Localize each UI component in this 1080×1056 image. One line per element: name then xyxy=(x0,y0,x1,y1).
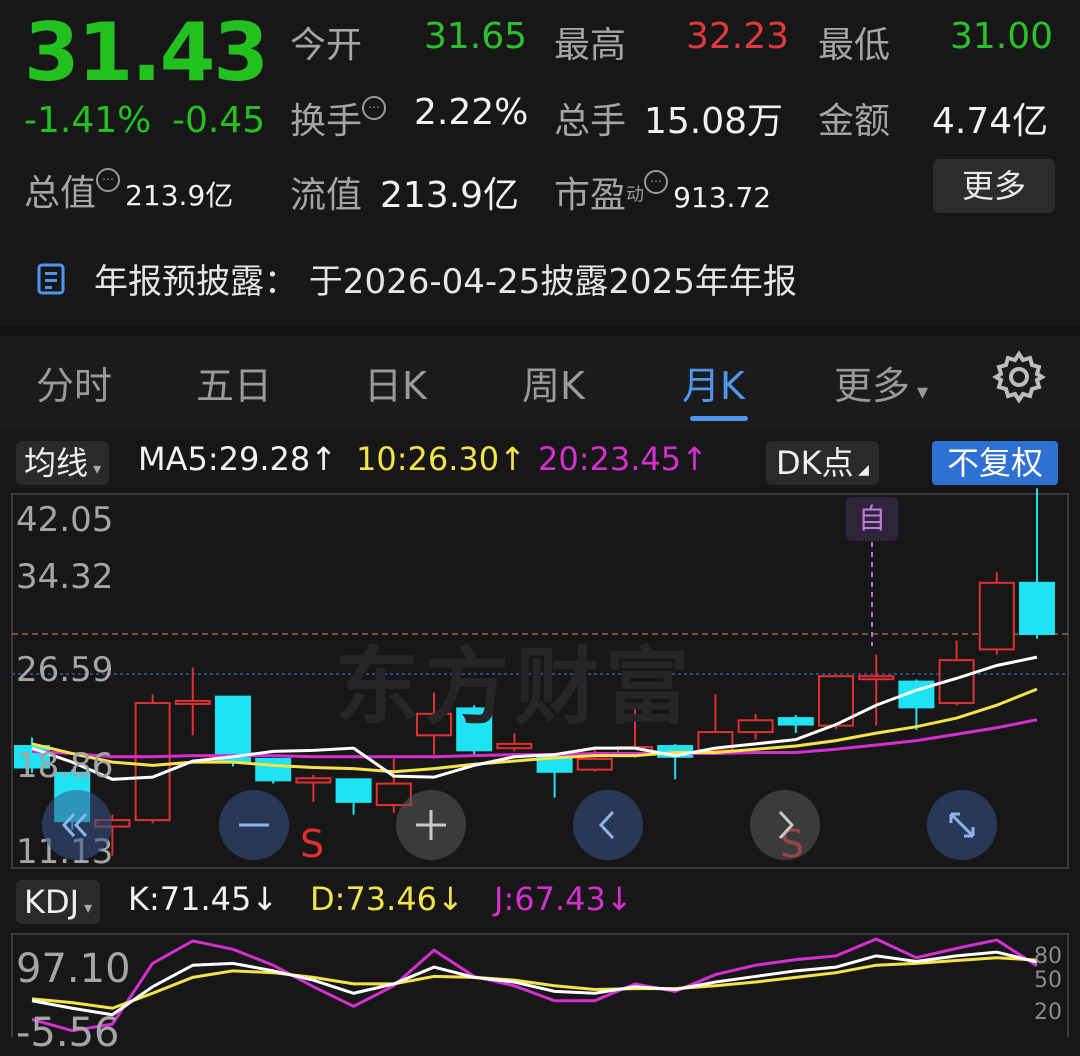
kdj-axis-label: -5.56 xyxy=(16,1010,120,1056)
more-button[interactable]: 更多 xyxy=(933,159,1055,213)
self-select-marker[interactable]: 自 xyxy=(846,497,898,541)
sub-indicator-label: KDJ xyxy=(24,883,80,921)
scroll-left-button[interactable] xyxy=(573,790,643,860)
turnover-value: 2.22% xyxy=(414,92,529,133)
info-icon[interactable]: ⋯ xyxy=(362,96,387,120)
volume-label: 总手 xyxy=(554,101,627,142)
y-tick-label: 34.32 xyxy=(16,557,114,597)
candle xyxy=(134,694,171,824)
tab-daily-k[interactable]: 日K xyxy=(364,355,427,410)
active-tab-indicator xyxy=(690,416,748,421)
chevron-right-icon xyxy=(778,810,795,840)
tab-intraday[interactable]: 分时 xyxy=(36,355,112,410)
candle xyxy=(335,778,372,815)
float-cap-label: 流值 xyxy=(290,175,363,216)
fullscreen-button[interactable] xyxy=(927,790,997,860)
tab-monthly-k[interactable]: 月K xyxy=(682,355,745,410)
tab-weekly-k[interactable]: 周K xyxy=(522,355,585,410)
zoom-in-button[interactable] xyxy=(396,790,466,860)
candle xyxy=(174,667,211,736)
zoom-out-button[interactable] xyxy=(219,790,289,860)
kdj-k-readout: K:71.45↓ xyxy=(128,880,279,918)
high-value: 32.23 xyxy=(686,16,790,57)
candle xyxy=(737,713,774,740)
scroll-to-start-button[interactable] xyxy=(42,790,112,860)
minus-icon xyxy=(239,823,269,827)
candle xyxy=(657,743,694,780)
info-icon[interactable]: ⋯ xyxy=(96,168,121,192)
document-icon xyxy=(37,263,65,295)
market-cap-group: 总值 ⋯ 213.9亿 xyxy=(24,164,233,216)
change-percent: -1.41% xyxy=(24,100,152,141)
info-icon[interactable]: ⋯ xyxy=(644,170,669,194)
open-value: 31.65 xyxy=(424,16,528,57)
watermark: 东方财富 xyxy=(335,638,696,736)
y-tick-label: 18.86 xyxy=(16,746,114,786)
kdj-j-readout: J:67.43↓ xyxy=(494,880,633,918)
dk-point-select[interactable]: DK点 ◢ xyxy=(766,441,879,485)
open-label: 今开 xyxy=(290,25,363,66)
candle xyxy=(1019,488,1055,639)
ma5-readout: MA5:29.28↑ xyxy=(138,440,338,478)
volume-value: 15.08万 xyxy=(644,101,784,142)
ma20-readout: 20:23.45↑ xyxy=(538,440,708,478)
sub-indicator-select[interactable]: KDJ ▾ xyxy=(16,880,101,924)
candle xyxy=(858,654,895,726)
corner-arrow-icon: ◢ xyxy=(853,462,869,478)
adjust-mode-button[interactable]: 不复权 xyxy=(932,441,1058,485)
amount-label: 金额 xyxy=(818,101,891,142)
indicator-type-label: 均线 xyxy=(24,444,89,482)
expand-icon xyxy=(949,812,975,838)
scroll-right-button[interactable] xyxy=(750,790,820,860)
dk-point-label: DK点 xyxy=(776,444,854,482)
change-amount: -0.45 xyxy=(172,100,266,141)
candle xyxy=(777,714,814,734)
double-chevron-left-icon xyxy=(61,812,88,838)
sell-marker: S xyxy=(300,822,325,866)
candle xyxy=(255,757,292,784)
tab-more[interactable]: 更多 ▾ xyxy=(834,355,928,410)
settings-gear-icon[interactable] xyxy=(992,350,1046,404)
candle xyxy=(978,572,1015,655)
plus-icon xyxy=(416,810,446,840)
y-tick-label: 26.59 xyxy=(16,650,114,690)
indicator-type-select[interactable]: 均线 ▾ xyxy=(16,441,110,485)
dropdown-arrow-icon: ▾ xyxy=(910,380,929,405)
annual-report-notice[interactable]: 年报预披露： 于2026-04-25披露2025年年报 xyxy=(94,254,797,303)
candle xyxy=(295,775,332,802)
last-price: 31.43 xyxy=(24,6,269,99)
kdj-axis-label: 97.10 xyxy=(16,946,131,992)
amount-value: 4.74亿 xyxy=(932,101,1049,142)
dropdown-arrow-icon: ▾ xyxy=(88,459,102,478)
market-cap-label: 总值 xyxy=(24,173,97,214)
kdj-right-label: 20 xyxy=(1034,1000,1062,1025)
section-divider xyxy=(0,326,1080,336)
j-line xyxy=(31,937,1038,1033)
y-tick-label: 42.05 xyxy=(16,500,114,540)
pe-value: 913.72 xyxy=(673,181,772,214)
low-label: 最低 xyxy=(818,25,891,66)
pe-group: 市盈动⋯ 913.72 xyxy=(554,166,771,218)
pe-label: 市盈 xyxy=(554,175,627,216)
tab-five-day[interactable]: 五日 xyxy=(196,355,272,410)
float-cap-value: 213.9亿 xyxy=(380,175,520,216)
pe-sup: 动 xyxy=(626,184,645,206)
candle xyxy=(818,675,854,729)
high-label: 最高 xyxy=(554,25,627,66)
turnover-label: 换手 xyxy=(290,101,363,142)
low-value: 31.00 xyxy=(950,16,1054,57)
market-cap-value: 213.9亿 xyxy=(125,179,234,212)
dropdown-arrow-icon: ▾ xyxy=(79,898,93,917)
chevron-left-icon xyxy=(598,810,615,840)
kdj-right-label: 80 xyxy=(1034,944,1062,969)
d-line xyxy=(31,956,1038,1010)
turnover-group: 换手 ⋯ xyxy=(290,92,387,144)
kdj-chart[interactable] xyxy=(0,930,1080,1037)
kdj-d-readout: D:73.46↓ xyxy=(310,880,464,918)
tab-more-label: 更多 xyxy=(834,364,911,408)
ma10-readout: 10:26.30↑ xyxy=(356,440,526,478)
kdj-right-label: 50 xyxy=(1034,968,1062,993)
